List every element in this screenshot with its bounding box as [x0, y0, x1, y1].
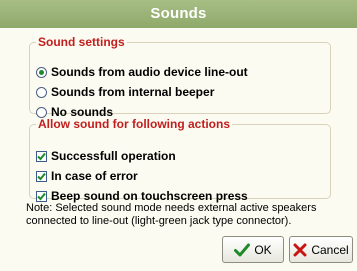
checkbox-label: Beep sound on touchscreen press [51, 189, 248, 203]
sound-settings-group: Sound settings Sounds from audio device … [29, 35, 331, 119]
radio-button[interactable] [36, 86, 47, 98]
ok-button-label: OK [254, 242, 272, 257]
checkbox-label: Successfull operation [51, 149, 176, 163]
radio-label: Sounds from internal beeper [51, 85, 215, 99]
radio-audio-line-out[interactable]: Sounds from audio device line-out [36, 65, 248, 79]
checkbox[interactable] [36, 190, 47, 202]
cancel-button-label: Cancel [311, 242, 349, 257]
radio-label: Sounds from audio device line-out [51, 65, 248, 79]
checkbox[interactable] [36, 170, 47, 182]
checkmark-icon [37, 192, 46, 200]
checkmark-icon [37, 152, 46, 160]
radio-internal-beeper[interactable]: Sounds from internal beeper [36, 85, 214, 99]
ok-button[interactable]: OK [222, 236, 284, 263]
checkbox-successfull-operation[interactable]: Successfull operation [36, 149, 176, 163]
checkbox[interactable] [36, 150, 47, 162]
checkmark-icon [234, 243, 251, 256]
radio-button-selected[interactable] [36, 66, 47, 78]
sounds-dialog: Sounds Sound settings Sounds from audio … [0, 0, 357, 271]
sound-settings-legend: Sound settings [38, 35, 125, 49]
checkbox-label: In case of error [51, 169, 138, 183]
checkmark-icon [37, 172, 46, 180]
checkbox-touchscreen-beep[interactable]: Beep sound on touchscreen press [36, 189, 248, 203]
x-cross-icon [293, 243, 307, 256]
note-text: Note: Selected sound mode needs external… [26, 202, 317, 227]
radio-button[interactable] [36, 106, 47, 118]
cancel-button[interactable]: Cancel [289, 236, 353, 263]
dialog-title: Sounds [0, 0, 357, 28]
actions-legend: Allow sound for following actions [38, 117, 230, 131]
actions-group: Allow sound for following actions Succes… [29, 117, 331, 203]
checkbox-in-case-of-error[interactable]: In case of error [36, 169, 138, 183]
